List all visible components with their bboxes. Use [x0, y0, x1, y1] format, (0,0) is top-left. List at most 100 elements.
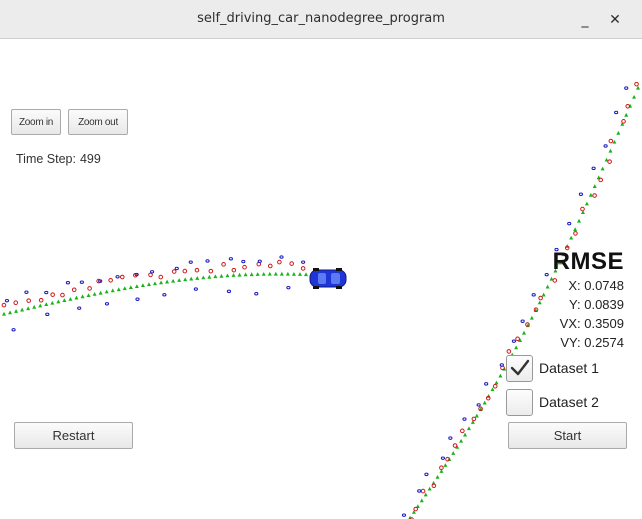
estimate-marker	[419, 498, 424, 503]
radar-marker	[104, 302, 110, 306]
estimate-marker	[104, 289, 109, 294]
estimate-marker	[584, 201, 589, 206]
estimate-marker	[573, 227, 578, 232]
radar-marker	[65, 280, 71, 285]
radar-marker	[448, 436, 453, 440]
estimate-marker	[189, 276, 194, 281]
estimate-marker	[588, 192, 593, 197]
estimate-marker	[86, 293, 91, 297]
dataset-2-option[interactable]: Dataset 2	[506, 388, 599, 416]
estimate-marker	[304, 272, 308, 277]
simulation-canvas[interactable]: Zoom in Zoom out Time Step: 499 RMSE X: 0…	[0, 40, 642, 519]
estimate-marker	[165, 279, 170, 284]
lidar-marker	[60, 292, 65, 298]
estimate-marker	[26, 306, 31, 311]
dataset-1-option[interactable]: Dataset 1	[506, 354, 599, 382]
estimate-marker	[153, 281, 157, 286]
rmse-vy: VY: 0.2574	[560, 335, 624, 350]
radar-marker	[135, 297, 140, 301]
estimate-marker	[213, 274, 218, 279]
radar-marker	[226, 289, 232, 294]
radar-marker	[24, 290, 29, 294]
radar-marker	[591, 166, 596, 171]
estimate-marker	[50, 300, 55, 305]
rmse-x: X: 0.0748	[568, 278, 624, 293]
lidar-marker	[506, 349, 512, 354]
estimate-marker	[219, 273, 224, 278]
estimate-marker	[159, 280, 164, 285]
estimate-marker	[261, 271, 266, 276]
estimate-marker	[451, 451, 456, 455]
estimate-marker	[2, 311, 6, 316]
radar-marker	[115, 275, 120, 279]
estimate-marker	[474, 413, 479, 418]
estimate-marker	[177, 278, 182, 282]
lidar-marker	[608, 138, 614, 144]
lidar-marker	[289, 261, 294, 266]
radar-marker	[286, 285, 291, 290]
estimate-marker	[463, 432, 468, 437]
lidar-marker	[592, 193, 597, 198]
rmse-heading: RMSE	[552, 248, 624, 275]
lidar-marker	[267, 263, 273, 269]
estimate-marker	[514, 345, 519, 350]
estimate-marker	[68, 296, 73, 301]
radar-marker	[520, 319, 525, 323]
radar-marker	[544, 272, 549, 277]
radar-marker	[567, 221, 572, 226]
estimate-marker	[207, 274, 212, 279]
restart-button[interactable]: Restart	[14, 422, 133, 449]
lidar-marker	[492, 383, 498, 389]
lidar-marker	[50, 292, 55, 297]
radar-marker	[77, 306, 82, 310]
estimate-marker	[134, 284, 139, 289]
radar-marker	[462, 417, 467, 421]
radar-marker	[476, 403, 481, 407]
estimate-marker	[632, 94, 637, 99]
close-button[interactable]: ✕	[603, 8, 627, 32]
car-icon	[309, 268, 347, 289]
lidar-marker	[231, 267, 237, 273]
estimate-marker	[8, 310, 13, 315]
estimate-marker	[291, 271, 296, 276]
estimate-marker	[128, 285, 133, 290]
lidar-marker	[148, 272, 153, 278]
rmse-panel: RMSE X: 0.0748 Y: 0.0839 VX: 0.3509 VY: …	[553, 248, 624, 352]
rmse-vx: VX: 0.3509	[559, 316, 624, 331]
radar-marker	[301, 260, 306, 264]
estimate-marker	[183, 277, 188, 282]
radar-marker	[511, 339, 516, 343]
estimate-marker	[225, 273, 230, 278]
lidar-marker	[580, 206, 585, 212]
lidar-marker	[71, 287, 77, 293]
dataset-1-checkbox[interactable]	[506, 354, 533, 382]
lidar-marker	[598, 177, 603, 183]
zoom-in-button[interactable]: Zoom in	[11, 109, 61, 135]
estimate-marker	[616, 130, 621, 135]
radar-marker	[440, 456, 446, 460]
estimate-marker	[146, 282, 151, 287]
lidar-marker	[634, 81, 639, 87]
lidar-marker	[413, 506, 419, 512]
zoom-out-button[interactable]: Zoom out	[68, 109, 128, 135]
estimate-marker	[80, 294, 85, 299]
minimize-button[interactable]: _	[573, 8, 597, 32]
time-step: Time Step: 499	[16, 152, 101, 166]
estimate-marker	[600, 166, 605, 171]
estimate-marker	[243, 272, 248, 277]
lidar-marker	[26, 298, 31, 303]
estimate-marker	[171, 278, 176, 283]
measurement-markers	[1, 81, 640, 519]
estimate-marker	[32, 304, 37, 309]
radar-marker	[614, 110, 619, 115]
lidar-marker	[87, 286, 92, 291]
estimate-marker	[423, 492, 428, 497]
radar-marker	[79, 280, 84, 284]
start-button[interactable]: Start	[508, 422, 627, 449]
lidar-marker	[171, 269, 177, 274]
radar-marker	[162, 293, 167, 297]
estimate-marker	[569, 235, 574, 240]
dataset-2-checkbox[interactable]	[506, 388, 533, 416]
radar-marker	[205, 259, 210, 263]
estimate-marker	[195, 276, 200, 280]
